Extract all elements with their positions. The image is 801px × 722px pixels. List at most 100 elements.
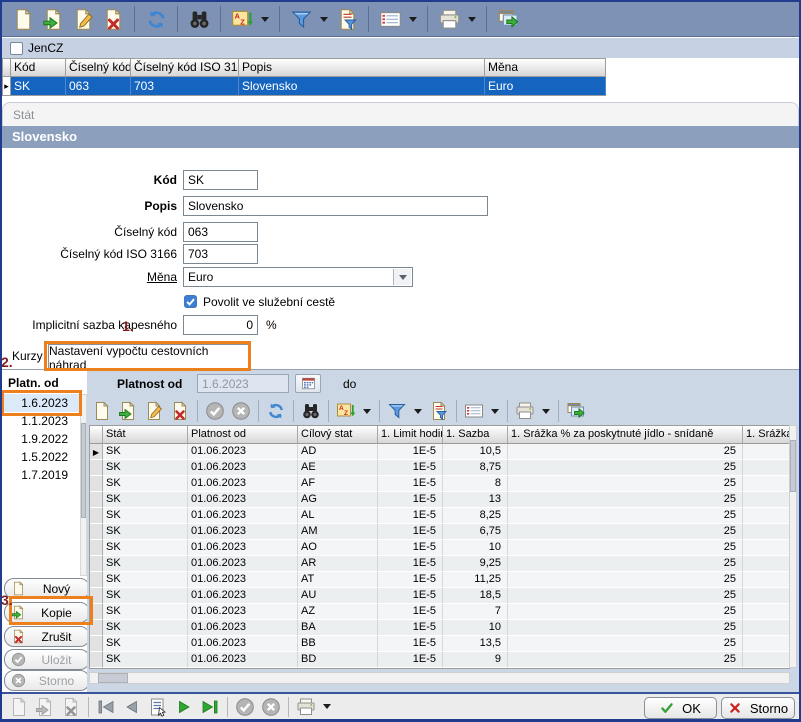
new-document-icon[interactable]	[89, 398, 115, 424]
ulozit-button[interactable]: Uložit	[4, 649, 90, 670]
selected-country-row[interactable]: ▸ SK 063 703 Slovensko Euro	[2, 77, 608, 96]
filter-settings-icon[interactable]	[332, 4, 362, 34]
platnost-date-item[interactable]: 1.6.2023	[2, 394, 80, 412]
kopie-button[interactable]: Kopie	[4, 602, 90, 623]
filter-dropdown-arrow[interactable]	[320, 17, 328, 22]
new-document-icon[interactable]	[8, 4, 38, 34]
cell-ciselny-kod[interactable]: 063	[66, 77, 131, 96]
grid-row[interactable]: SK01.06.2023AO1E-51025	[90, 540, 789, 556]
cancel-icon[interactable]	[258, 695, 284, 719]
columns-dropdown-arrow[interactable]	[491, 409, 499, 414]
vertical-scrollbar[interactable]	[789, 425, 797, 668]
print-dropdown-arrow[interactable]	[468, 17, 476, 22]
delete-record-icon[interactable]	[167, 398, 193, 424]
column-header[interactable]: Kód	[11, 58, 66, 77]
tab-nahrady[interactable]: Nastavení vypočtu cestovních náhrad	[48, 344, 249, 370]
filter-icon[interactable]	[384, 398, 410, 424]
ciselny-kod-input[interactable]	[183, 222, 258, 242]
mena-dropdown-button[interactable]	[393, 269, 411, 285]
column-header[interactable]: Číselný kód	[66, 58, 131, 77]
grid-row[interactable]: SK01.06.2023AL1E-58,2525	[90, 508, 789, 524]
grid-row[interactable]: SK01.06.2023AU1E-518,525	[90, 588, 789, 604]
columns-icon[interactable]	[375, 4, 405, 34]
cell-mena[interactable]: Euro	[485, 77, 606, 96]
grid-row[interactable]: SK01.06.2023AZ1E-5725	[90, 604, 789, 620]
grid-row[interactable]: ▶SK01.06.2023AD1E-510,525	[90, 444, 789, 460]
first-record-icon[interactable]	[93, 695, 119, 719]
storno-button[interactable]: Storno	[721, 697, 795, 719]
column-header[interactable]: Číselný kód ISO 3166	[131, 58, 239, 77]
delete-record-icon[interactable]	[58, 695, 84, 719]
storno-button[interactable]: Storno	[4, 670, 90, 691]
column-header[interactable]: Platnost od	[188, 426, 298, 444]
column-header[interactable]: Měna	[485, 58, 606, 77]
delete-record-icon[interactable]	[98, 4, 128, 34]
zrusit-button[interactable]: Zrušit	[4, 626, 90, 647]
grid-row[interactable]: SK01.06.2023AT1E-511,2525	[90, 572, 789, 588]
export-icon[interactable]	[493, 4, 523, 34]
columns-icon[interactable]	[461, 398, 487, 424]
platnost-od-input[interactable]	[197, 374, 289, 393]
record-list-icon[interactable]	[145, 695, 171, 719]
grid-row[interactable]: SK01.06.2023BD1E-5925	[90, 652, 789, 668]
edit-record-icon[interactable]	[141, 398, 167, 424]
column-header[interactable]: 1. Srážka % za pos	[743, 426, 791, 444]
grid-row[interactable]: SK01.06.2023AE1E-58,7525	[90, 460, 789, 476]
filter-icon[interactable]	[286, 4, 316, 34]
ok-button[interactable]: OK	[644, 697, 717, 719]
copy-record-icon[interactable]	[115, 398, 141, 424]
calendar-button[interactable]	[295, 374, 321, 393]
grid-row[interactable]: SK01.06.2023BB1E-513,525	[90, 636, 789, 652]
checked-checkbox-icon[interactable]	[183, 294, 198, 309]
grid-row[interactable]: SK01.06.2023AM1E-56,7525	[90, 524, 789, 540]
jencz-checkbox[interactable]	[10, 42, 23, 55]
search-icon[interactable]	[184, 4, 214, 34]
tab-kurzy[interactable]: Kurzy	[12, 349, 43, 363]
next-record-icon[interactable]	[171, 695, 197, 719]
grid-row[interactable]: SK01.06.2023AG1E-51325	[90, 492, 789, 508]
sort-az-icon[interactable]	[227, 4, 257, 34]
platnost-date-item[interactable]: 1.9.2022	[2, 430, 80, 448]
sort-dropdown-arrow[interactable]	[261, 17, 269, 22]
platnost-date-item[interactable]: 1.5.2022	[2, 448, 80, 466]
cell-iso[interactable]: 703	[131, 77, 239, 96]
copy-record-icon[interactable]	[32, 695, 58, 719]
print-dropdown-arrow[interactable]	[542, 409, 550, 414]
popis-input[interactable]	[183, 196, 488, 216]
cancel-icon[interactable]	[228, 398, 254, 424]
filter-dropdown-arrow[interactable]	[414, 409, 422, 414]
print-icon[interactable]	[512, 398, 538, 424]
refresh-icon[interactable]	[263, 398, 289, 424]
povolit-checkbox-row[interactable]: Povolit ve služební cestě	[183, 294, 335, 309]
mena-select[interactable]: Euro	[183, 267, 413, 287]
kod-input[interactable]	[183, 170, 258, 190]
print-icon[interactable]	[293, 695, 319, 719]
confirm-icon[interactable]	[202, 398, 228, 424]
columns-dropdown-arrow[interactable]	[409, 17, 417, 22]
dates-scrollbar[interactable]	[80, 394, 87, 576]
confirm-icon[interactable]	[232, 695, 258, 719]
sort-dropdown-arrow[interactable]	[363, 409, 371, 414]
platn-od-header[interactable]: Platn. od	[8, 376, 59, 390]
column-header[interactable]: Popis	[239, 58, 485, 77]
column-header[interactable]: Cílový stat	[298, 426, 378, 444]
previous-record-icon[interactable]	[119, 695, 145, 719]
last-record-icon[interactable]	[197, 695, 223, 719]
mena-label[interactable]: Měna	[2, 267, 177, 287]
print-icon[interactable]	[434, 4, 464, 34]
print-dropdown-arrow[interactable]	[323, 704, 331, 709]
cell-kod[interactable]: SK	[11, 77, 66, 96]
horizontal-scrollbar[interactable]	[89, 672, 790, 684]
edit-record-icon[interactable]	[68, 4, 98, 34]
column-header[interactable]: 1. Srážka % za poskytnuté jídlo - snídan…	[508, 426, 743, 444]
kapesne-input[interactable]	[183, 315, 258, 335]
grid-row[interactable]: SK01.06.2023AR1E-59,2525	[90, 556, 789, 572]
filter-settings-icon[interactable]	[426, 398, 452, 424]
column-header[interactable]: 1. Sazba	[443, 426, 508, 444]
grid-row[interactable]: SK01.06.2023AF1E-5825	[90, 476, 789, 492]
grid-row[interactable]: SK01.06.2023BA1E-51025	[90, 620, 789, 636]
refresh-icon[interactable]	[141, 4, 171, 34]
platnost-date-item[interactable]: 1.1.2023	[2, 412, 80, 430]
copy-record-icon[interactable]	[38, 4, 68, 34]
column-header[interactable]: Stát	[103, 426, 188, 444]
